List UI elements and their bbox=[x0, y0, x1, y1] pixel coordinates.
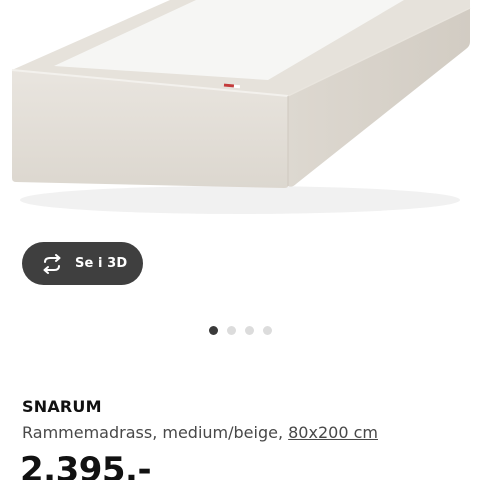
product-size-link[interactable]: 80x200 cm bbox=[288, 423, 378, 442]
carousel-dot-2[interactable] bbox=[227, 326, 236, 335]
product-image-mattress[interactable] bbox=[0, 0, 480, 240]
carousel-dot-1[interactable] bbox=[209, 326, 218, 335]
product-description: Rammemadrass, medium/beige, 80x200 cm bbox=[22, 423, 378, 442]
product-price: 2.395,- bbox=[20, 450, 152, 480]
product-description-text: Rammemadrass, medium/beige, bbox=[22, 423, 289, 442]
product-page: Se i 3D SNARUM Rammemadrass, medium/beig… bbox=[0, 0, 480, 480]
carousel-indicator bbox=[209, 326, 272, 335]
carousel-dot-4[interactable] bbox=[263, 326, 272, 335]
rotate-3d-icon bbox=[40, 253, 64, 274]
carousel-dot-3[interactable] bbox=[245, 326, 254, 335]
view-in-3d-button[interactable]: Se i 3D bbox=[22, 242, 143, 285]
product-name: SNARUM bbox=[22, 397, 102, 416]
view-in-3d-label: Se i 3D bbox=[75, 256, 128, 271]
